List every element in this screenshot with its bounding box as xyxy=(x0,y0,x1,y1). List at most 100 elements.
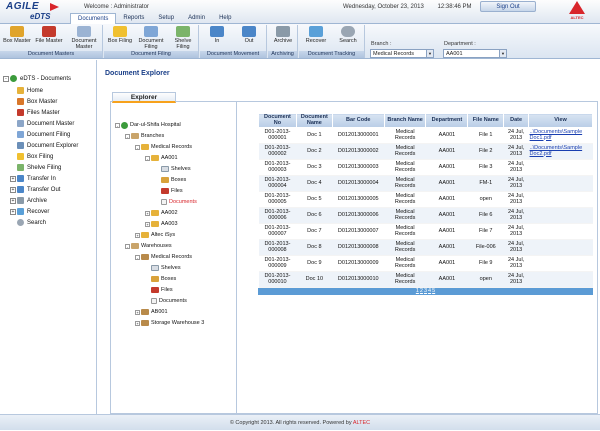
sidebar-item-shelve-filing[interactable]: Shelve Filing xyxy=(17,163,61,172)
tab-setup[interactable]: Setup xyxy=(151,13,181,24)
view-link-cell[interactable]: ..\Documents\Sample Doc2.pdf xyxy=(528,143,593,160)
ribbon-toolbar: Box Master File Master Document Master D… xyxy=(0,24,600,59)
sidebar-item-document-filing[interactable]: Document Filing xyxy=(17,130,70,139)
sidebar-item-search[interactable]: Search xyxy=(17,218,46,227)
table-row[interactable]: D01-2013-000006 Doc 6 D012013000006 Medical… xyxy=(258,207,593,224)
table-row[interactable]: D01-2013-000008 Doc 8 D012013000008 Medical… xyxy=(258,239,593,256)
page-link[interactable]: 5 xyxy=(432,288,435,294)
expand-icon[interactable]: + xyxy=(135,232,140,238)
tree-node-files[interactable]: Files xyxy=(161,187,183,195)
page-link[interactable]: 4 xyxy=(428,288,431,294)
tab-documents[interactable]: Documents xyxy=(70,13,117,24)
table-row[interactable]: D01-2013-000003 Doc 3 D012013000003 Medical… xyxy=(258,159,593,176)
expand-icon[interactable]: + xyxy=(145,221,150,227)
archive-button[interactable]: Archive xyxy=(269,26,297,45)
table-cell: 24 Jul, 2013 xyxy=(503,223,529,240)
branch-select[interactable]: Medical Records ▼ xyxy=(370,49,434,58)
tree-node-warehouse-shelves[interactable]: Shelves xyxy=(151,264,181,272)
tree-node-warehouse-files[interactable]: Files xyxy=(151,286,173,294)
column-header[interactable]: Branch Name xyxy=(383,113,427,128)
sidebar-item-document-explorer[interactable]: Document Explorer xyxy=(17,141,78,150)
expand-icon[interactable]: + xyxy=(10,186,16,193)
table-row[interactable]: D01-2013-000010 Doc 10 D012013000010 Medica… xyxy=(258,271,593,288)
search-button[interactable]: Search xyxy=(334,26,362,45)
tree-node-branches[interactable]: - Branches xyxy=(125,132,164,140)
collapse-icon[interactable]: - xyxy=(3,75,9,82)
column-header[interactable]: Date xyxy=(503,113,530,128)
file-icon xyxy=(17,109,24,116)
expand-icon[interactable]: + xyxy=(10,175,16,182)
column-header[interactable]: Bar Code xyxy=(331,113,385,128)
transfer-in-button[interactable]: In xyxy=(204,26,230,45)
tree-node-altec-isys[interactable]: + Altec iSys xyxy=(135,231,175,239)
column-header[interactable]: Department xyxy=(425,113,469,128)
table-row[interactable]: D01-2013-000004 Doc 4 D012013000004 Medical… xyxy=(258,175,593,192)
tree-node-aa003[interactable]: + AA003 xyxy=(145,220,178,228)
document-master-button[interactable]: Document Master xyxy=(67,26,101,50)
sign-out-button[interactable]: Sign Out xyxy=(480,1,536,12)
recover-button[interactable]: Recover xyxy=(301,26,331,45)
collapse-icon[interactable]: - xyxy=(135,144,140,150)
sidebar-item-box-master[interactable]: Box Master xyxy=(17,97,57,106)
column-header[interactable]: File Name xyxy=(467,113,505,128)
tab-help[interactable]: Help xyxy=(212,13,238,24)
sidebar-item-archive[interactable]: + Archive xyxy=(10,196,47,205)
file-master-button[interactable]: File Master xyxy=(34,26,64,45)
table-cell: 24 Jul, 2013 xyxy=(503,143,529,160)
table-row[interactable]: D01-2013-000002 Doc 2 D012013000002 Medical… xyxy=(258,143,593,160)
document-filing-button[interactable]: Document Filing xyxy=(135,26,167,50)
table-row[interactable]: D01-2013-000001 Doc 1 D012013000001 Medical… xyxy=(258,127,593,144)
column-header[interactable]: View xyxy=(528,113,593,128)
transfer-out-button[interactable]: Out xyxy=(236,26,262,45)
sidebar-item-transfer-in[interactable]: + Transfer In xyxy=(10,174,56,183)
tree-node-warehouse-boxes[interactable]: Boxes xyxy=(151,275,176,283)
sidebar-item-transfer-out[interactable]: + Transfer Out xyxy=(10,185,60,194)
sidebar-item-recover[interactable]: + Recover xyxy=(10,207,49,216)
tree-node-documents-selected[interactable]: Documents xyxy=(161,198,197,206)
sidebar-item-box-filing[interactable]: Box Filing xyxy=(17,152,53,161)
box-filing-button[interactable]: Box Filing xyxy=(106,26,134,45)
column-header[interactable]: Document Name xyxy=(295,113,333,128)
tree-node-aa001[interactable]: - AA001 xyxy=(145,154,178,162)
expand-icon[interactable]: + xyxy=(135,320,140,326)
tree-node-medical-records[interactable]: - Medical Records xyxy=(135,143,192,151)
collapse-icon[interactable]: - xyxy=(115,122,120,128)
tree-node-warehouse-documents[interactable]: Documents xyxy=(151,297,187,305)
tab-reports[interactable]: Reports xyxy=(116,13,151,24)
altec-link[interactable]: ALTEC xyxy=(353,420,370,426)
box-master-button[interactable]: Box Master xyxy=(2,26,32,45)
collapse-icon[interactable]: - xyxy=(125,133,130,139)
expand-icon[interactable]: + xyxy=(145,210,150,216)
document-icon xyxy=(151,298,157,304)
shelve-filing-button[interactable]: Shelve Filing xyxy=(169,26,197,50)
collapse-icon[interactable]: - xyxy=(125,243,130,249)
page-link[interactable]: 2 xyxy=(420,288,423,294)
tree-node-ab001[interactable]: + AB001 xyxy=(135,308,168,316)
sidebar-item-home[interactable]: Home xyxy=(17,86,43,95)
sidebar-item-files-master[interactable]: Files Master xyxy=(17,108,60,117)
expand-icon[interactable]: + xyxy=(135,309,140,315)
tree-node-storage-warehouse-3[interactable]: + Storage Warehouse 3 xyxy=(135,319,204,327)
department-select[interactable]: AA001 ▼ xyxy=(443,49,507,58)
page-link[interactable]: 1 xyxy=(416,288,419,294)
sidebar-root[interactable]: - eDTS - Documents xyxy=(3,74,71,83)
page-link[interactable]: 3 xyxy=(424,288,427,294)
sidebar-item-document-master[interactable]: Document Master xyxy=(17,119,74,128)
table-row[interactable]: D01-2013-000009 Doc 9 D012013000009 Medical… xyxy=(258,255,593,272)
expand-icon[interactable]: + xyxy=(10,197,16,204)
expand-icon[interactable]: + xyxy=(10,208,16,215)
tree-node-hospital[interactable]: - Dar-ul-Shifa Hospital xyxy=(115,121,181,129)
table-row[interactable]: D01-2013-000005 Doc 5 D012013000005 Medical… xyxy=(258,191,593,208)
table-row[interactable]: D01-2013-000007 Doc 7 D012013000007 Medical… xyxy=(258,223,593,240)
tree-node-warehouse-medical-records[interactable]: - Medical Records xyxy=(135,253,192,261)
column-header[interactable]: Document No xyxy=(258,113,297,128)
tree-node-warehouses[interactable]: - Warehouses xyxy=(125,242,172,250)
collapse-icon[interactable]: - xyxy=(135,254,140,260)
tree-node-shelves[interactable]: Shelves xyxy=(161,165,191,173)
explorer-tab[interactable]: Explorer xyxy=(112,92,176,103)
view-link-cell[interactable]: ..\Documents\Sample Doc1.pdf xyxy=(528,127,593,144)
collapse-icon[interactable]: - xyxy=(145,155,150,161)
tree-node-boxes[interactable]: Boxes xyxy=(161,176,186,184)
tree-node-aa002[interactable]: + AA002 xyxy=(145,209,178,217)
tab-admin[interactable]: Admin xyxy=(181,13,212,24)
